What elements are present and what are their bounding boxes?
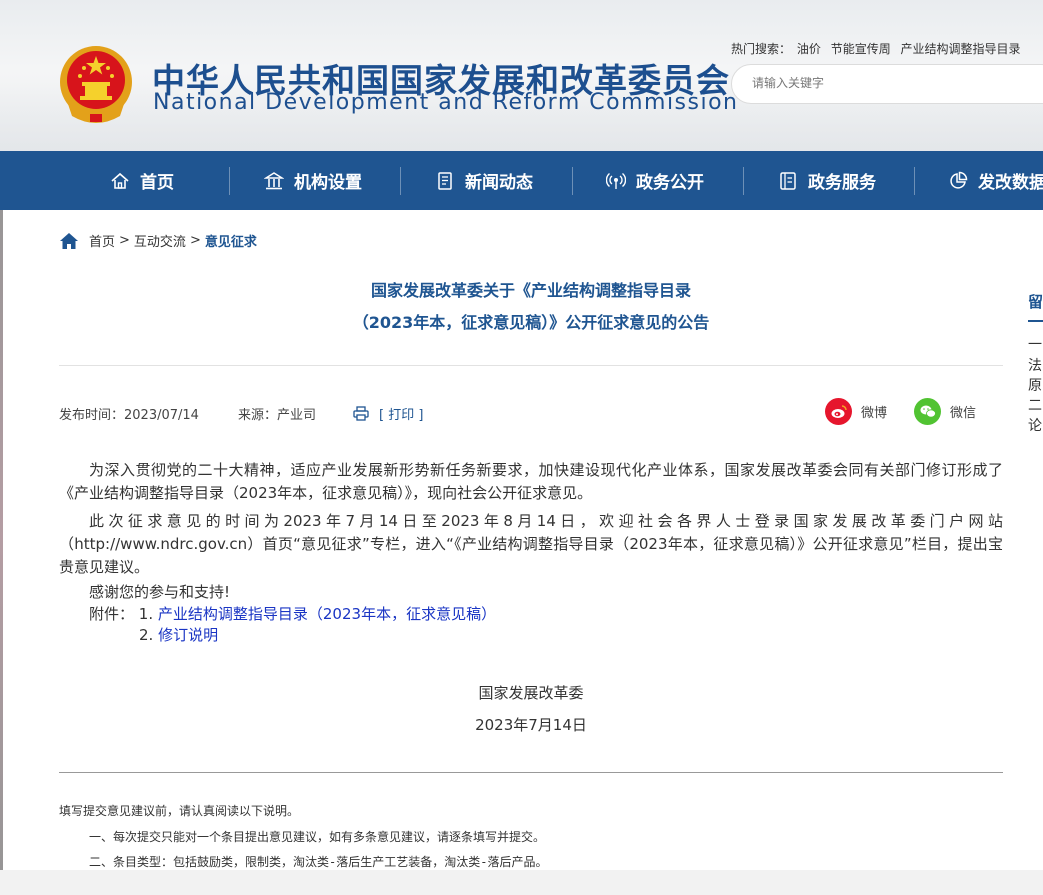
print-label: [ 打印 ] [379,408,424,423]
instruction-text: 填写提交意见建议前，请认真阅读以下说明。 [59,804,300,818]
breadcrumb: 首页 > 互动交流 > 意见征求 [59,231,257,250]
wechat-icon [914,398,941,425]
nav-item-services[interactable]: 政务服务 [778,151,876,210]
attachment-list: 2. 修订说明 [139,625,218,646]
share-weibo[interactable]: 微博 [825,398,887,425]
divider [59,772,1003,773]
nav-divider [400,167,401,195]
print-button[interactable]: [ 打印 ] [353,404,423,423]
nav-divider [914,167,915,195]
source-info: 来源：产业司 [238,404,316,423]
pie-chart-icon [950,171,968,189]
nav-item-label: 政务公开 [636,173,704,193]
signature-date: 2023年7月14日 [475,716,587,734]
nav-item-label: 机构设置 [294,173,362,193]
sidebar-text: 论 [1028,418,1042,434]
hot-search-item[interactable]: 产业结构调整指导目录 [901,42,1021,56]
publish-label: 发布时间： [59,408,125,423]
share-weibo-label: 微博 [861,406,888,421]
sidebar-title: 留 [1028,293,1043,311]
broadcast-icon [606,172,626,189]
article-paragraph: 此次征求意见的时间为2023年7月14日至2023年8月14日，欢迎社会各界人士… [59,512,1003,576]
hot-search-item[interactable]: 节能宣传周 [831,42,891,56]
document-icon [780,171,796,190]
attachment-link-catalog[interactable]: 产业结构调整指导目录（2023年本，征求意见稿） [158,605,496,623]
nav-divider [743,167,744,195]
nav-item-data[interactable]: 发改数据 [948,151,1043,210]
breadcrumb-separator: > [189,233,201,248]
sidebar-text: 一 [1028,337,1042,353]
instruction-text: 一、每次提交只能对一个条目提出意见建议，如有多条意见建议，请逐条填写并提交。 [89,830,546,844]
nav-item-label: 发改数据 [978,173,1043,193]
publish-info: 发布时间：2023/07/14 [59,404,199,423]
article-title-line-1: 国家发展改革委关于《产业结构调整指导目录 [370,281,691,300]
site-header: 中华人民共和国国家发展和改革委员会 National Development a… [0,0,1043,151]
building-icon [264,171,284,189]
source-label: 来源： [238,408,278,423]
article-paragraph: 感谢您的参与和支持! [89,583,231,601]
nav-divider [229,167,230,195]
share-wechat[interactable]: 微信 [914,398,976,425]
article-title-line-2: （2023年本，征求意见稿）》公开征求意见的公告 [352,313,710,332]
printer-icon [353,406,369,421]
signature-org: 国家发展改革委 [478,684,584,702]
hot-search: 热门搜索： 油价 节能宣传周 产业结构调整指导目录 [731,40,1027,57]
nav-item-organization[interactable]: 机构设置 [264,151,362,210]
divider [59,365,1003,366]
nav-divider [572,167,573,195]
sidebar-text: 原 [1028,378,1042,394]
news-icon [438,171,452,190]
breadcrumb-home[interactable]: 首页 [89,231,115,250]
article-paragraph: 为深入贯彻党的二十大精神，适应产业发展新形势新任务新要求，加快建设现代化产业体系… [59,461,1003,502]
breadcrumb-separator: > [119,233,130,248]
attachment-label: 附件： [89,605,135,623]
nav-item-label: 新闻动态 [465,173,533,193]
nav-item-government-affairs[interactable]: 政务公开 [606,151,704,210]
sidebar-underline [1028,320,1043,322]
search-box [731,64,1043,104]
nav-item-news[interactable]: 新闻动态 [435,151,533,210]
publish-date: 2023/07/14 [124,408,199,423]
search-input[interactable] [752,76,1032,90]
nav-item-home[interactable]: 首页 [110,151,174,210]
national-emblem-icon [60,46,132,123]
attachment-link-revision-notes[interactable]: 修订说明 [158,626,218,644]
home-icon [111,172,129,189]
hot-search-label: 热门搜索： [731,42,792,56]
browser-bottom-bar [0,870,1043,895]
hot-search-item[interactable]: 油价 [797,42,821,56]
source-value: 产业司 [277,408,317,423]
share-wechat-label: 微信 [950,406,977,421]
home-icon[interactable] [59,232,79,250]
main-nav: 首页 机构设置 新闻动态 政务公开 政务服务 发改数据 [0,151,1043,210]
breadcrumb-current[interactable]: 意见征求 [205,231,257,250]
nav-item-label: 政务服务 [808,173,876,193]
weibo-icon [825,398,852,425]
nav-item-label: 首页 [140,173,174,193]
sidebar-text: 法 [1028,358,1042,374]
sidebar-text: 二 [1028,398,1042,414]
attachment-number: 1. [138,605,154,623]
attachment-number: 2. [139,626,154,644]
instruction-text: 二、条目类型：包括鼓励类，限制类，淘汰类-落后生产工艺装备，淘汰类-落后产品。 [89,855,548,869]
attachment-list: 附件： 1. 产业结构调整指导目录（2023年本，征求意见稿） [89,604,496,625]
site-title-english: National Development and Reform Commissi… [153,90,739,115]
breadcrumb-interaction[interactable]: 互动交流 [134,231,186,250]
